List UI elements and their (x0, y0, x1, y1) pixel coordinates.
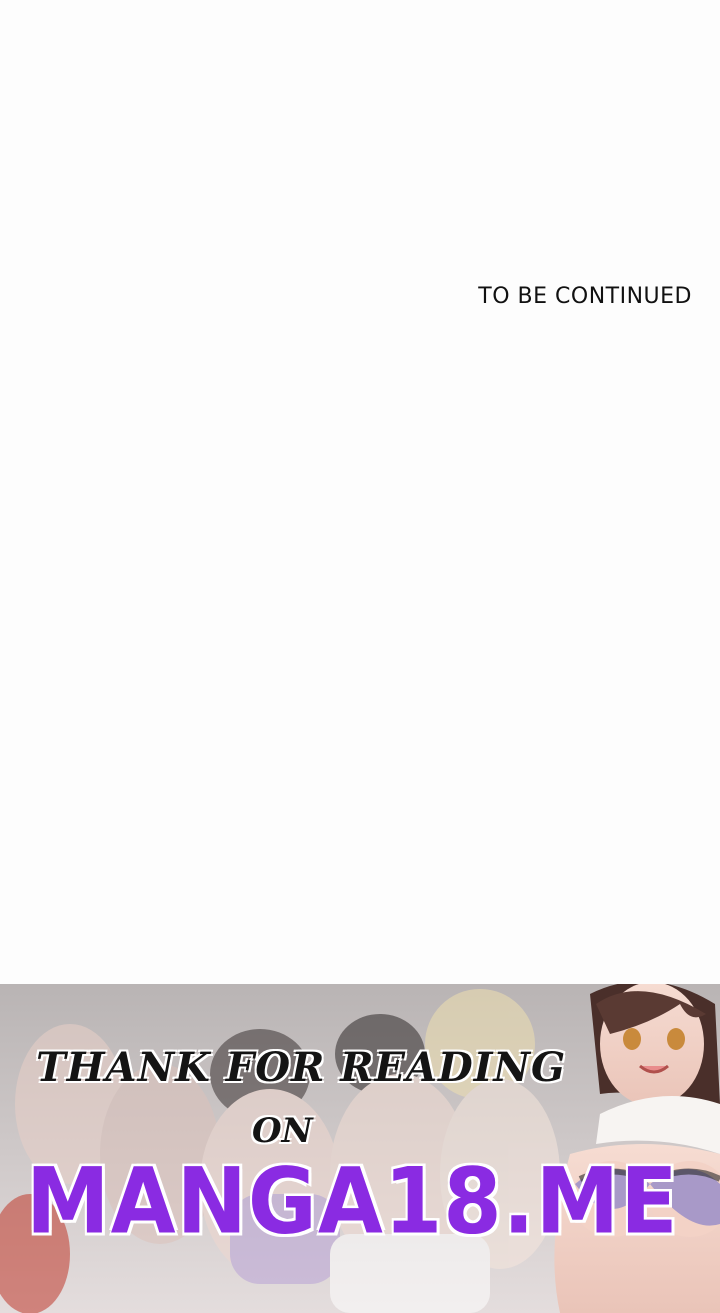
to-be-continued-text: TO BE CONTINUED (478, 284, 692, 309)
on-text: ON (252, 1111, 313, 1151)
site-name-link[interactable]: MANGA18.ME (26, 1148, 678, 1254)
thank-you-banner[interactable]: THANK FOR READING ON MANGA18.ME (0, 984, 720, 1313)
manga-page: TO BE CONTINUED THANK FOR READING ON MAN… (0, 0, 720, 1313)
thank-for-reading-text: THANK FOR READING (36, 1044, 567, 1091)
